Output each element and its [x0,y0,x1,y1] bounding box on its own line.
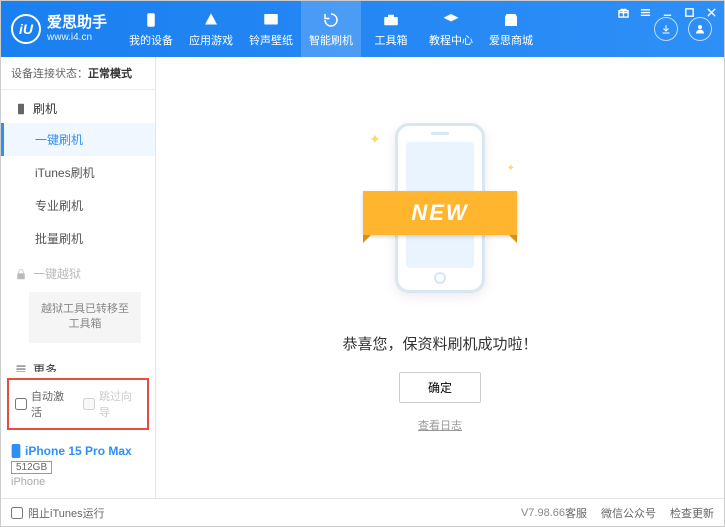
sidebar-item-batch[interactable]: 批量刷机 [1,222,155,255]
gift-icon[interactable] [616,5,630,19]
nav-my-device[interactable]: 我的设备 [121,1,181,57]
sidebar-group-jailbreak[interactable]: 一键越狱 [1,255,155,288]
view-log-link[interactable]: 查看日志 [418,417,462,433]
sidebar: 设备连接状态：正常模式 刷机 一键刷机 iTunes刷机 专业刷机 批量刷机 一… [1,57,156,498]
jailbreak-note: 越狱工具已转移至工具箱 [29,292,141,343]
ok-button[interactable]: 确定 [399,372,481,403]
device-type: iPhone [11,476,145,488]
version-label: V7.98.66 [521,507,565,519]
new-badge: NEW [363,191,517,235]
main-content: ✦✦ NEW 恭喜您，保资料刷机成功啦！ 确定 查看日志 [156,57,724,498]
sidebar-item-pro[interactable]: 专业刷机 [1,189,155,222]
device-name[interactable]: iPhone 15 Pro Max [11,444,145,458]
toolbox-icon [382,11,400,29]
footer-link-wechat[interactable]: 微信公众号 [601,505,656,521]
device-icon [142,11,160,29]
lock-icon [15,268,27,280]
storage-badge: 512GB [11,461,52,474]
cap-icon [442,11,460,29]
more-icon [15,363,27,372]
nav-smart-flash[interactable]: 智能刷机 [301,1,361,57]
nav-ringtones[interactable]: 铃声壁纸 [241,1,301,57]
logo[interactable]: iU 爱思助手 www.i4.cn [1,1,121,57]
footer: 阻止iTunes运行 V7.98.66 客服 微信公众号 检查更新 [1,498,724,526]
sidebar-item-itunes[interactable]: iTunes刷机 [1,156,155,189]
nav-tutorials[interactable]: 教程中心 [421,1,481,57]
success-illustration: ✦✦ NEW [375,123,505,313]
flash-icon [15,103,27,115]
sidebar-group-flash[interactable]: 刷机 [1,90,155,123]
options-highlight: 自动激活 跳过向导 [7,378,149,430]
refresh-icon [322,11,340,29]
footer-link-update[interactable]: 检查更新 [670,505,714,521]
user-button[interactable] [688,17,712,41]
apps-icon [202,11,220,29]
maximize-icon[interactable] [682,5,696,19]
checkbox-block-itunes[interactable]: 阻止iTunes运行 [11,505,461,521]
success-message: 恭喜您，保资料刷机成功啦！ [342,333,537,354]
checkbox-skip-guide[interactable]: 跳过向导 [83,388,141,420]
brand-url: www.i4.cn [47,32,107,43]
checkbox-auto-activate[interactable]: 自动激活 [15,388,73,420]
device-info: iPhone 15 Pro Max 512GB iPhone [1,438,155,498]
phone-icon [11,444,21,458]
nav-apps[interactable]: 应用游戏 [181,1,241,57]
close-icon[interactable] [704,5,718,19]
sidebar-item-oneclick[interactable]: 一键刷机 [1,123,155,156]
footer-link-service[interactable]: 客服 [565,505,587,521]
minimize-icon[interactable] [660,5,674,19]
sidebar-group-more[interactable]: 更多 [1,351,155,372]
image-icon [262,11,280,29]
nav-toolbox[interactable]: 工具箱 [361,1,421,57]
nav-store[interactable]: 爱思商城 [481,1,541,57]
logo-icon: iU [11,14,41,44]
connection-status: 设备连接状态：正常模式 [1,57,155,90]
store-icon [502,11,520,29]
brand-title: 爱思助手 [47,15,107,32]
download-button[interactable] [654,17,678,41]
menu-icon[interactable] [638,5,652,19]
